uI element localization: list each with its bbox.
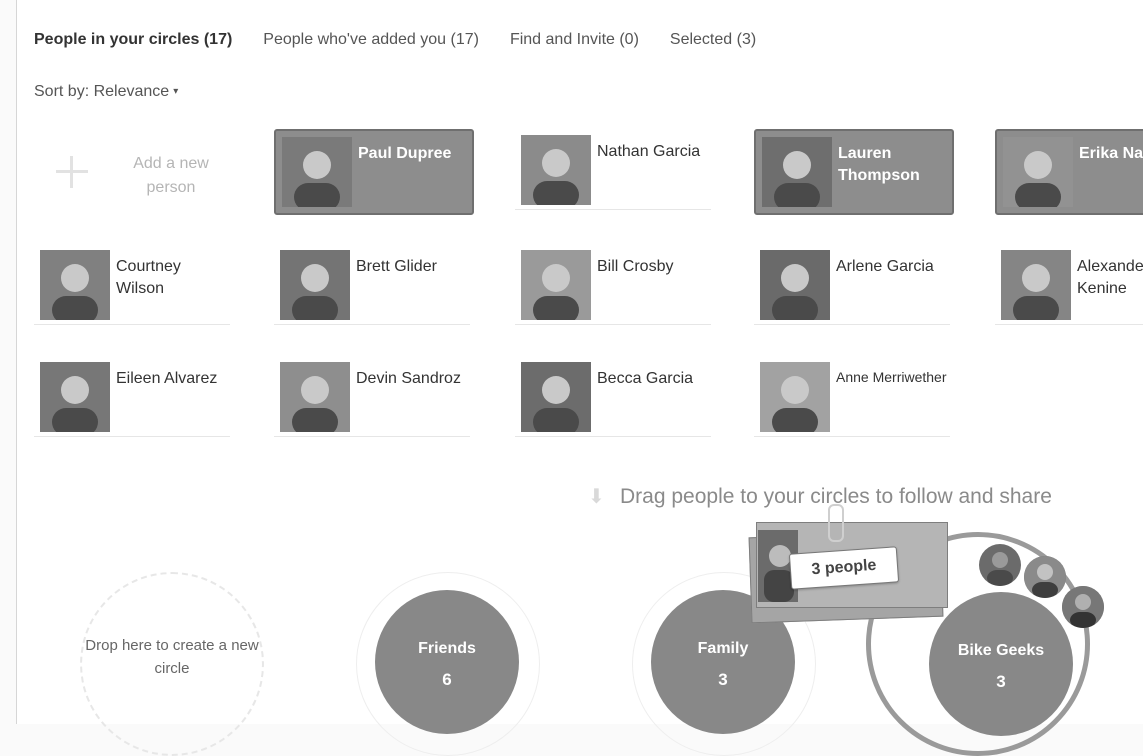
tab-selected[interactable]: Selected (3) [670,31,756,55]
person-name: Eileen Alvarez [116,370,218,387]
plus-icon [54,154,90,190]
avatar [762,137,832,207]
avatar [979,544,1021,586]
avatar [40,250,110,320]
circle-count: 3 [996,672,1006,691]
person-card[interactable]: Brett Glider [274,244,470,325]
person-card[interactable]: Bill Crosby [515,244,711,325]
sort-dropdown[interactable]: Sort by: Relevance ▾ [34,83,178,101]
tab-find-and-invite[interactable]: Find and Invite (0) [510,31,639,55]
person-card[interactable]: Paul Dupree [274,129,474,215]
person-card[interactable]: Courtney Wilson [34,244,230,325]
person-card[interactable]: Anne Merriwether [754,356,950,437]
circle-name: Family [697,640,749,657]
person-name: Erika Nansen [1079,145,1143,162]
person-card[interactable]: Devin Sandroz [274,356,470,437]
person-name: Bill Crosby [597,258,674,275]
person-name: Paul Dupree [358,145,452,162]
person-card[interactable]: Becca Garcia [515,356,711,437]
avatar [1001,250,1071,320]
chevron-down-icon: ▾ [173,86,179,98]
down-arrow-icon: ⬇ [588,486,605,508]
avatar [282,137,352,207]
person-name: Brett Glider [356,258,437,275]
paperclip-icon [828,504,844,542]
avatar [1003,137,1073,207]
avatar [521,250,591,320]
person-name: Becca Garcia [597,370,694,387]
avatar [1024,556,1066,598]
person-name: Arlene Garcia [836,258,934,275]
dragged-people-stack[interactable]: 3 people [740,504,955,624]
avatar [521,135,591,205]
new-circle-drop-zone[interactable]: Drop here to create a new circle [80,572,264,756]
circle-count: 3 [718,670,728,689]
tab-people-who-added-you[interactable]: People who've added you (17) [263,31,479,55]
person-card[interactable]: Arlene Garcia [754,244,950,325]
add-person-button[interactable]: Add a new person [36,138,236,216]
person-name: Devin Sandroz [356,370,461,387]
person-name: Anne Merriwether [836,369,947,385]
person-card[interactable]: Alexander Kenine [995,244,1143,325]
drop-zone-label: Drop here to create a new circle [85,637,259,677]
person-card[interactable]: Nathan Garcia [515,129,711,210]
tab-people-in-circles[interactable]: People in your circles (17) [34,31,232,55]
circle-friends[interactable]: Friends 6 [375,590,519,734]
circle-name: Bike Geeks [957,642,1045,659]
circle-name: Friends [418,640,476,657]
avatar [280,250,350,320]
tab-bar: People in your circles (17) People who'v… [34,31,787,55]
person-name: Lauren Thompson [838,145,920,184]
avatar [40,362,110,432]
person-name: Courtney Wilson [116,258,181,297]
add-person-label: Add a new person [133,155,209,196]
person-name: Alexander Kenine [1077,258,1143,297]
person-card[interactable]: Lauren Thompson [754,129,954,215]
avatar [280,362,350,432]
avatar [521,362,591,432]
circle-count: 6 [442,670,452,689]
people-count-badge: 3 people [788,546,900,590]
person-name: Nathan Garcia [597,143,701,160]
person-card[interactable]: Erika Nansen [995,129,1143,215]
sort-label: Sort by: Relevance [34,83,170,100]
avatar [760,250,830,320]
drag-hint: ⬇ Drag people to your circles to follow a… [588,484,1052,509]
avatar [1062,586,1104,628]
person-card[interactable]: Eileen Alvarez [34,356,230,437]
avatar [760,362,830,432]
